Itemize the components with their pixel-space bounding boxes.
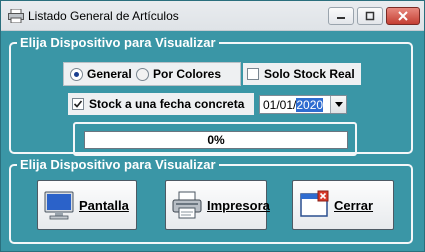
checkbox-solo-stock-real[interactable]: Solo Stock Real: [243, 63, 361, 85]
pantalla-label: Pantalla: [79, 197, 129, 213]
cerrar-button[interactable]: Cerrar: [292, 180, 394, 230]
maximize-icon: [365, 11, 375, 21]
impresora-label: Impresora: [207, 197, 270, 213]
checkbox-solo-stock-label: Solo Stock Real: [264, 67, 355, 81]
group-title: Elija Dispositivo para Visualizar: [17, 35, 219, 51]
maximize-button[interactable]: [357, 7, 383, 25]
date-prefix: 01/01/: [263, 97, 297, 112]
date-picker[interactable]: 01/01/2020: [259, 95, 347, 114]
impresora-button[interactable]: Impresora: [165, 180, 270, 230]
pantalla-button[interactable]: Pantalla: [37, 180, 137, 230]
dropdown-button[interactable]: [330, 96, 346, 113]
close-button[interactable]: [386, 7, 420, 25]
radio-por-colores-label: Por Colores: [153, 67, 222, 81]
cerrar-label: Cerrar: [334, 197, 374, 213]
window-title: Listado General de Artículos: [28, 9, 179, 23]
checkbox-stock-fecha[interactable]: Stock a una fecha concreta: [68, 93, 254, 115]
date-year-selected: 2020: [296, 97, 324, 112]
progress-frame: 0%: [73, 122, 357, 156]
group-title: Elija Dispositivo para Visualizar: [17, 157, 219, 173]
close-icon: [398, 11, 408, 21]
checkbox-unchecked-icon: [247, 68, 259, 80]
minimize-icon: [337, 17, 345, 19]
close-window-icon: [298, 189, 330, 221]
radio-unchecked-icon: [136, 67, 149, 81]
radio-por-colores[interactable]: Por Colores: [136, 67, 221, 81]
printer-icon: [171, 189, 203, 221]
minimize-button[interactable]: [328, 7, 354, 25]
checkbox-stock-fecha-label: Stock a una fecha concreta: [89, 97, 245, 111]
chevron-down-icon: [334, 101, 343, 107]
checkbox-checked-icon: [72, 98, 84, 110]
monitor-icon: [43, 189, 75, 221]
report-type-radio-group: General Por Colores: [63, 62, 241, 86]
printer-icon: [8, 8, 24, 24]
progress-text: 0%: [207, 133, 225, 147]
radio-general-label: General: [87, 67, 132, 81]
radio-general[interactable]: General: [70, 67, 132, 81]
radio-checked-icon: [70, 67, 83, 81]
title-bar[interactable]: Listado General de Artículos: [1, 1, 424, 31]
window: Listado General de Artículos Elija Dispo…: [0, 0, 425, 252]
progress-bar: 0%: [84, 131, 348, 149]
